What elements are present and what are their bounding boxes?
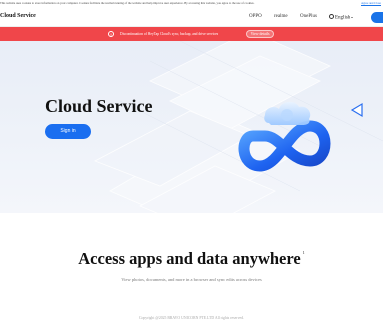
- chevron-down-icon: [351, 16, 354, 18]
- hero-title: Cloud Service: [45, 96, 153, 116]
- footer-copyright: Copyright @2025 BRAVO UNICORN PTE.LTD Al…: [138, 316, 245, 320]
- hero-section: Cloud Service Sign in: [0, 41, 383, 213]
- page: This website uses cookies to store infor…: [0, 0, 383, 328]
- carousel-next-arrow[interactable]: [350, 101, 364, 119]
- view-details-button[interactable]: View details: [246, 30, 274, 38]
- nav-realme[interactable]: realme: [274, 14, 288, 19]
- section-title-text: Access apps and data anywhere: [78, 249, 301, 268]
- footnote-mark: 1: [302, 250, 305, 255]
- top-header: Cloud Service OPPO realme OnePlus Englis…: [0, 7, 383, 27]
- brand-logo[interactable]: Cloud Service: [0, 13, 36, 19]
- banner-text: Discontinuation of HeyTap Cloud's sync, …: [120, 31, 219, 36]
- nav-oppo[interactable]: OPPO: [249, 14, 262, 19]
- nav-oneplus[interactable]: OnePlus: [300, 14, 317, 19]
- section-subtitle: View photos, documents, and more in a br…: [121, 277, 262, 282]
- cookie-notice: This website uses cookies to store infor…: [0, 0, 383, 7]
- alert-icon: !: [108, 31, 114, 37]
- cookie-notice-text: This website uses cookies to store infor…: [0, 1, 255, 5]
- notice-banner: ! Discontinuation of HeyTap Cloud's sync…: [0, 27, 383, 41]
- hero-sign-in-button[interactable]: Sign in: [45, 124, 91, 139]
- header-sign-in-button[interactable]: [371, 12, 383, 23]
- language-label: English: [335, 15, 351, 21]
- cookie-agree-link[interactable]: Agree and Close: [361, 0, 381, 7]
- cloud-illustration: [238, 101, 331, 172]
- globe-icon: [329, 14, 334, 19]
- section-title: Access apps and data anywhere 1: [0, 249, 383, 269]
- language-selector[interactable]: English: [329, 14, 354, 21]
